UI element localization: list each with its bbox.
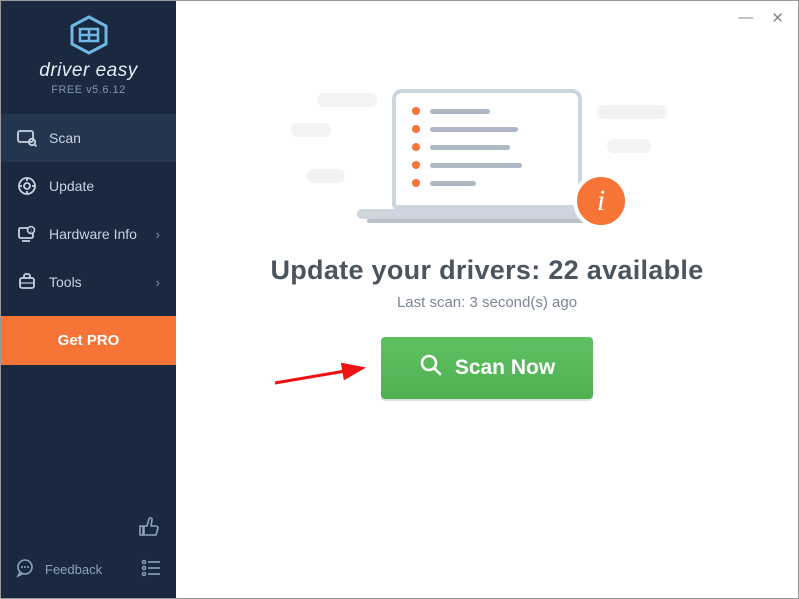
magnifier-icon bbox=[419, 353, 443, 383]
chevron-right-icon: › bbox=[156, 227, 160, 242]
brand-text: driver easy bbox=[1, 60, 176, 82]
sidebar-item-label: Update bbox=[49, 178, 94, 194]
sidebar-item-update[interactable]: Update bbox=[1, 162, 176, 210]
headline-text: Update your drivers: 22 available bbox=[270, 255, 703, 286]
list-settings-icon[interactable] bbox=[140, 557, 162, 582]
logo-icon bbox=[1, 15, 176, 60]
sidebar-item-hardware-info[interactable]: i Hardware Info › bbox=[1, 210, 176, 258]
feedback-icon[interactable] bbox=[15, 558, 35, 581]
close-button[interactable]: ✕ bbox=[771, 9, 784, 27]
main-pane: i Update your drivers: 22 available Last… bbox=[176, 1, 798, 598]
minimize-button[interactable]: — bbox=[738, 9, 753, 27]
chevron-right-icon: › bbox=[156, 275, 160, 290]
sidebar-item-label: Hardware Info bbox=[49, 226, 137, 242]
svg-text:i: i bbox=[30, 229, 31, 235]
tools-icon bbox=[17, 272, 37, 292]
update-icon bbox=[17, 176, 37, 196]
nav: Scan Update i Hardware Info › Tools bbox=[1, 114, 176, 365]
scan-now-label: Scan Now bbox=[455, 356, 555, 380]
scan-now-button[interactable]: Scan Now bbox=[381, 337, 593, 399]
scan-icon bbox=[17, 128, 37, 148]
feedback-label[interactable]: Feedback bbox=[45, 562, 102, 577]
laptop-illustration: i bbox=[347, 75, 627, 225]
info-badge-icon: i bbox=[573, 173, 629, 229]
thumbs-up-icon[interactable] bbox=[138, 516, 160, 543]
logo-block: driver easy FREE v5.6.12 bbox=[1, 1, 176, 108]
sidebar-item-label: Scan bbox=[49, 130, 81, 146]
last-scan-text: Last scan: 3 second(s) ago bbox=[397, 294, 577, 311]
sidebar-item-tools[interactable]: Tools › bbox=[1, 258, 176, 306]
get-pro-button[interactable]: Get PRO bbox=[1, 316, 176, 365]
sidebar-item-scan[interactable]: Scan bbox=[1, 114, 176, 162]
sidebar-item-label: Tools bbox=[49, 274, 82, 290]
hardware-info-icon: i bbox=[17, 224, 37, 244]
sidebar: driver easy FREE v5.6.12 Scan Update i bbox=[1, 1, 176, 598]
version-text: FREE v5.6.12 bbox=[1, 84, 176, 96]
